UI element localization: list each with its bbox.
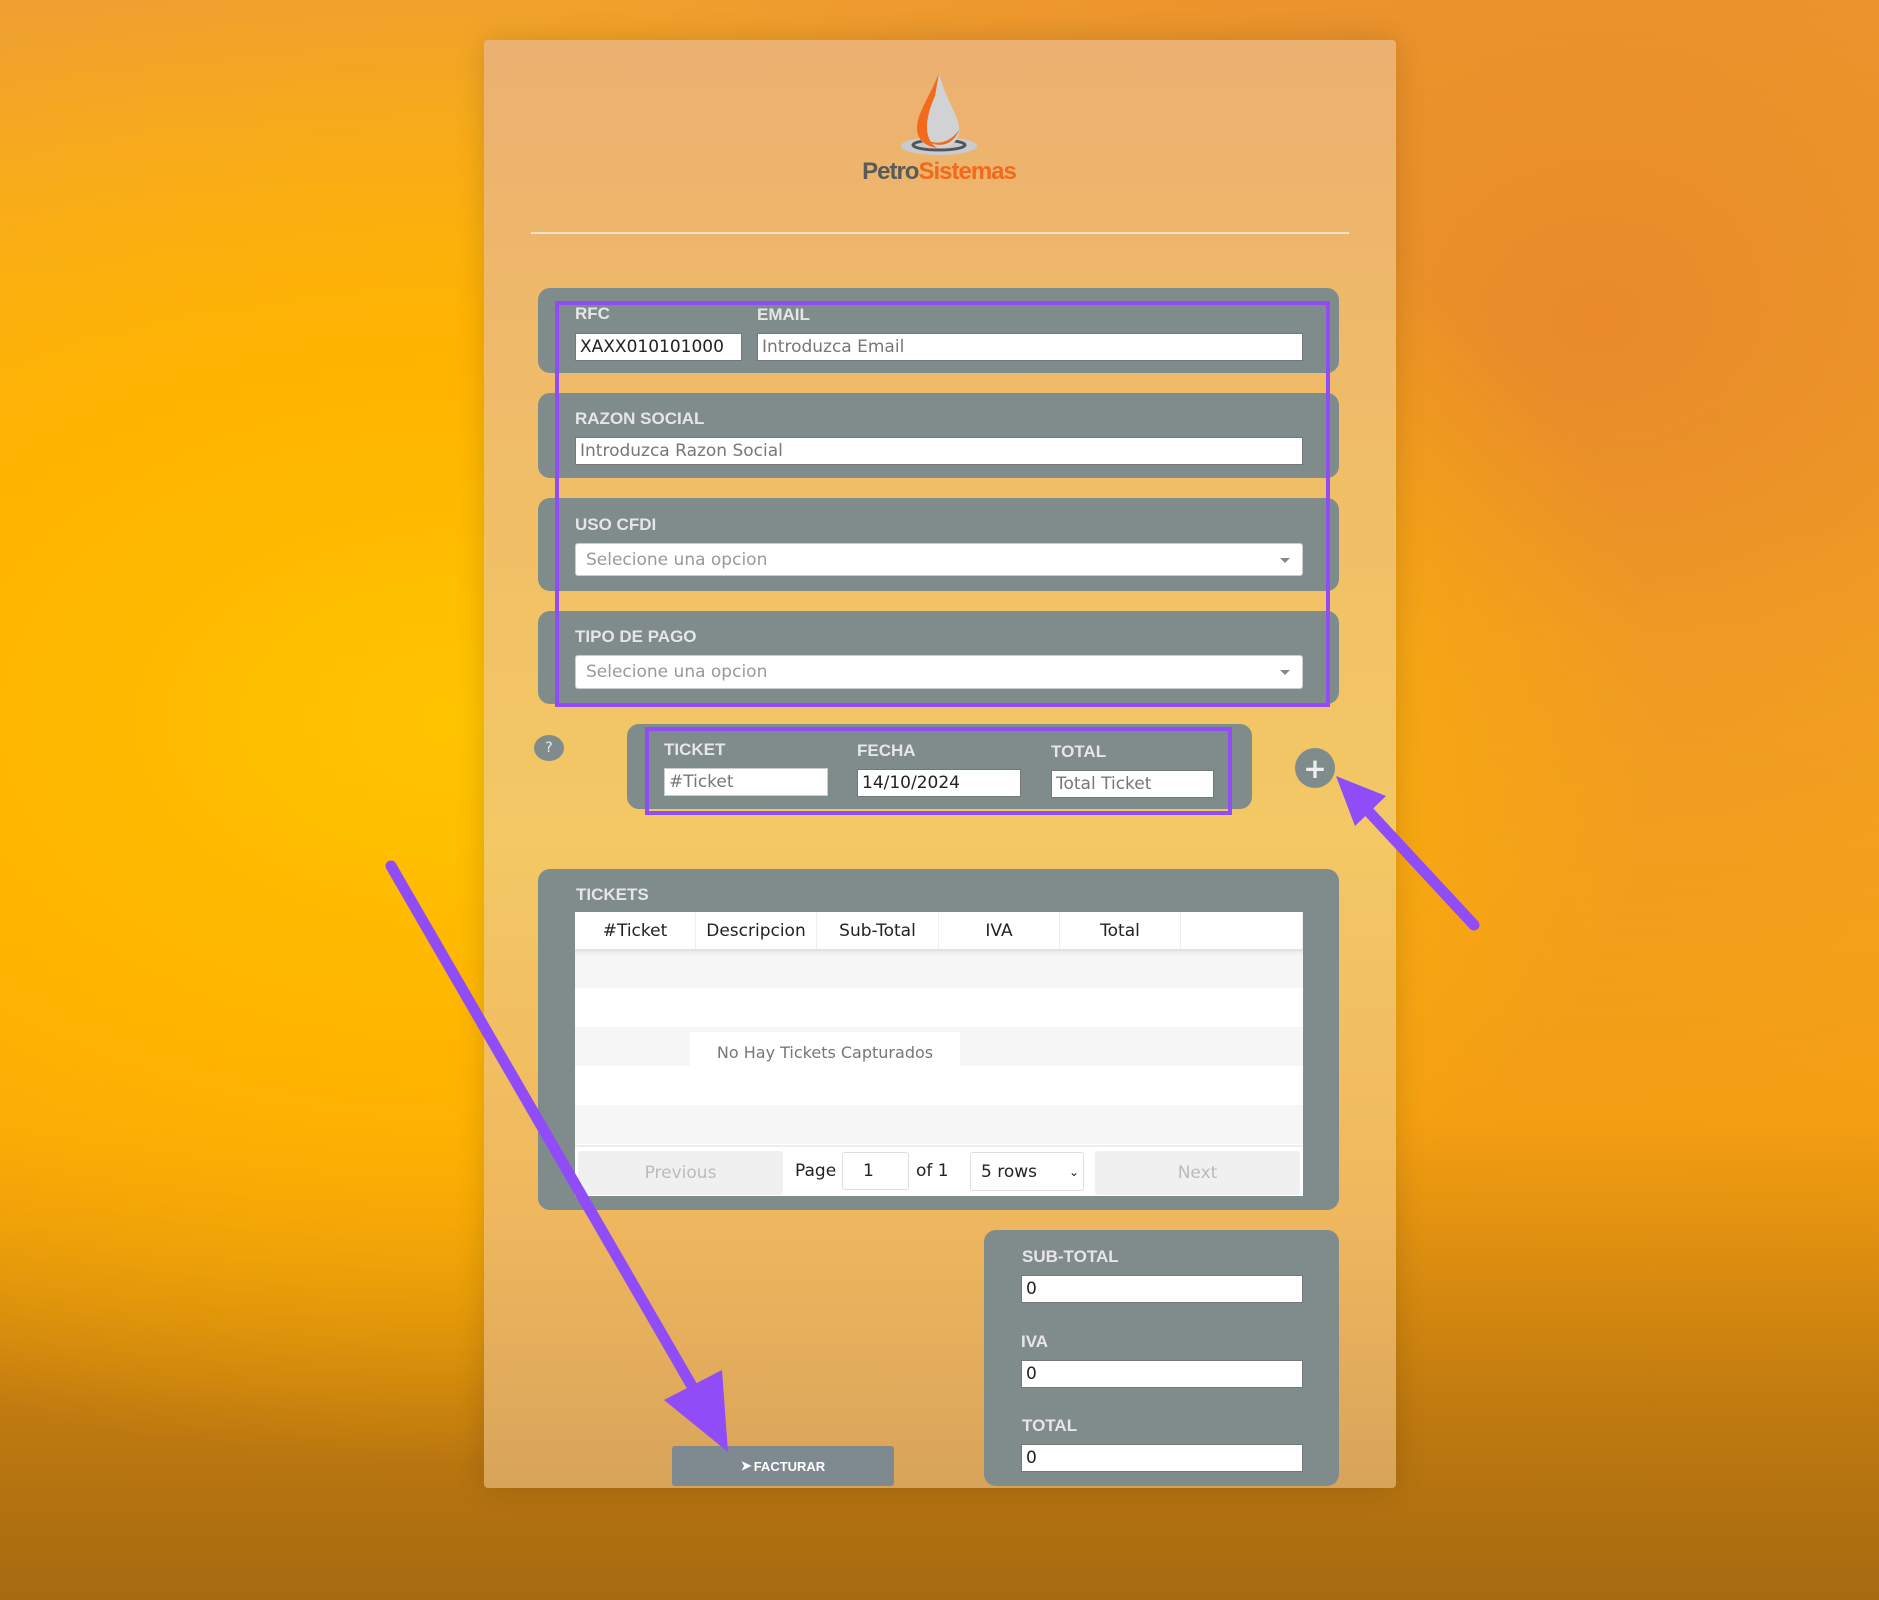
brand-name-sistemas: Sistemas: [918, 158, 1016, 185]
column-header-extra: [1181, 912, 1303, 949]
plus-icon: +: [1303, 751, 1327, 785]
chevron-down-icon: ⌄: [1068, 1164, 1079, 1179]
previous-button[interactable]: Previous: [578, 1151, 783, 1195]
paper-plane-icon: ➤: [740, 1458, 752, 1473]
page-label: Page: [795, 1161, 837, 1181]
add-ticket-button[interactable]: +: [1295, 748, 1335, 788]
column-header-descripcion[interactable]: Descripcion: [696, 912, 817, 949]
pagination-bar: Previous Page 1 of 1 5 rows ⌄ Next: [575, 1145, 1303, 1196]
annotation-highlight-box: [555, 301, 1330, 707]
tickets-table: #Ticket Descripcion Sub-Total IVA Total …: [575, 912, 1303, 1196]
page-value: 1: [863, 1161, 874, 1181]
iva-input[interactable]: 0: [1021, 1360, 1303, 1388]
next-button[interactable]: Next: [1095, 1151, 1300, 1195]
facturar-button[interactable]: ➤ FACTURAR: [672, 1446, 894, 1486]
help-icon: ?: [545, 740, 553, 756]
brand-name: PetroSistemas: [839, 158, 1039, 186]
total-summary-label: TOTAL: [1022, 1416, 1078, 1435]
total-summary-value: 0: [1026, 1448, 1037, 1468]
tickets-title: TICKETS: [576, 885, 649, 904]
subtotal-value: 0: [1026, 1279, 1037, 1299]
total-summary-input[interactable]: 0: [1021, 1444, 1303, 1472]
page-count: of 1: [916, 1161, 949, 1181]
table-row: [575, 1105, 1303, 1144]
rows-per-page-select[interactable]: 5 rows ⌄: [970, 1152, 1084, 1191]
column-header-ticket[interactable]: #Ticket: [575, 912, 696, 949]
rows-per-page-value: 5 rows: [981, 1161, 1037, 1182]
iva-label: IVA: [1021, 1332, 1049, 1351]
iva-value: 0: [1026, 1364, 1037, 1384]
divider: [531, 232, 1349, 234]
column-header-subtotal[interactable]: Sub-Total: [817, 912, 939, 949]
petrosistemas-logo: [879, 68, 999, 158]
subtotal-input[interactable]: 0: [1021, 1275, 1303, 1303]
column-header-total[interactable]: Total: [1060, 912, 1181, 949]
subtotal-label: SUB-TOTAL: [1022, 1247, 1119, 1266]
table-row: [575, 949, 1303, 988]
help-button[interactable]: ?: [534, 735, 564, 761]
annotation-highlight-box: [645, 727, 1232, 815]
page-input[interactable]: 1: [842, 1152, 909, 1190]
facturar-label: FACTURAR: [753, 1458, 826, 1474]
table-row: [575, 988, 1303, 1027]
empty-table-message: No Hay Tickets Capturados: [690, 1032, 960, 1072]
brand-name-petro: Petro: [862, 158, 919, 185]
column-header-iva[interactable]: IVA: [939, 912, 1060, 949]
